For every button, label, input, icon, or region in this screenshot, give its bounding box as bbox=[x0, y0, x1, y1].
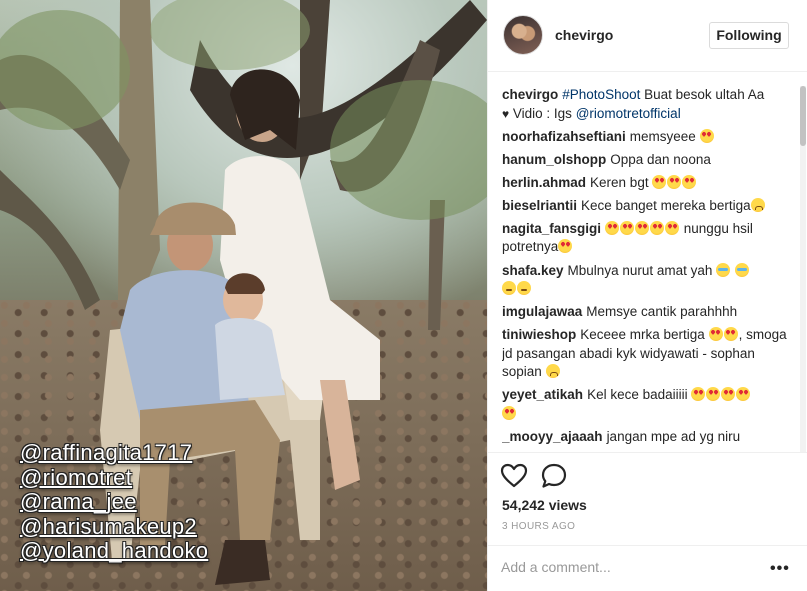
comment-item: shafa.key Mbulnya nurut amat yah bbox=[502, 262, 798, 299]
comment-item: tiniwieshop Keceee mrka bertiga , smoga j… bbox=[502, 326, 798, 382]
heart-eyes-emoji-icon bbox=[652, 174, 667, 189]
speech-bubble-icon[interactable] bbox=[540, 462, 568, 490]
comment-text: Memsye cantik parahhhh bbox=[586, 304, 738, 320]
crying-laughing-emoji-icon bbox=[734, 262, 749, 277]
heart-eyes-emoji-icon bbox=[706, 387, 721, 402]
comment-username[interactable]: herlin.ahmad bbox=[502, 175, 586, 190]
comment-text: Keren bgt bbox=[590, 174, 649, 190]
comment-username[interactable]: yeyet_atikah bbox=[502, 387, 583, 402]
post-actions: 54,242 views 3 HOURS AGO ••• bbox=[488, 452, 807, 591]
post-header: chevirgo Following bbox=[488, 0, 807, 72]
view-count[interactable]: 54,242 views bbox=[502, 497, 587, 513]
media-tag: @rama_jee bbox=[20, 489, 137, 514]
add-comment-input[interactable] bbox=[501, 554, 751, 580]
heart-eyes-emoji-icon bbox=[650, 220, 665, 235]
post-media[interactable]: @raffinagita1717 @riomotret @rama_jee @h… bbox=[0, 0, 487, 591]
comment-scrollbar[interactable] bbox=[800, 86, 806, 452]
add-comment-row: ••• bbox=[488, 545, 807, 591]
comment-text: Kel kece badaiiiii bbox=[587, 387, 688, 403]
heart-outline-icon[interactable] bbox=[500, 462, 528, 490]
following-button[interactable]: Following bbox=[709, 22, 789, 49]
comment-username[interactable]: nagita_fansgigi bbox=[502, 221, 601, 236]
media-tag-list: @raffinagita1717 @riomotret @rama_jee @h… bbox=[20, 440, 209, 564]
header-username[interactable]: chevirgo bbox=[555, 27, 613, 43]
smile-emoji-icon bbox=[545, 364, 560, 379]
comment-username[interactable]: bieselriantii bbox=[502, 198, 577, 213]
heart-eyes-emoji-icon bbox=[699, 128, 714, 143]
heart-eyes-emoji-icon bbox=[682, 174, 697, 189]
comment-item: herlin.ahmad Keren bgt bbox=[502, 174, 798, 193]
comment-username[interactable]: imgulajawaa bbox=[502, 304, 582, 319]
more-options-icon[interactable]: ••• bbox=[770, 560, 790, 578]
comment-item: nagita_fansgigi nunggu hsil potretnya bbox=[502, 220, 798, 257]
post-side-panel: chevirgo Following chevirgo #PhotoShoot B… bbox=[487, 0, 807, 591]
caption-username[interactable]: chevirgo bbox=[502, 87, 558, 102]
worried-emoji-icon bbox=[750, 197, 765, 212]
comment-username[interactable]: shafa.key bbox=[502, 263, 564, 278]
comment-text: Keceee mrka bertiga bbox=[580, 327, 705, 343]
comment-item: _mooyy_ajaaah jangan mpe ad yg niru bbox=[502, 428, 798, 447]
heart-eyes-emoji-icon bbox=[723, 327, 738, 342]
comment-text: jangan mpe ad yg niru bbox=[606, 428, 741, 444]
heart-eyes-emoji-icon bbox=[721, 387, 736, 402]
post-timestamp[interactable]: 3 HOURS AGO bbox=[502, 521, 575, 532]
heart-eyes-emoji-icon bbox=[691, 387, 706, 402]
caption-text: Buat besok ultah Aa bbox=[644, 87, 765, 102]
comment-username[interactable]: noorhafizahseftiani bbox=[502, 129, 626, 144]
comment-item: yeyet_atikah Kel kece badaiiiii bbox=[502, 386, 798, 423]
mention-link[interactable]: @riomotretofficial bbox=[576, 106, 681, 121]
comment-username[interactable]: hanum_olshopp bbox=[502, 152, 606, 167]
comment-list[interactable]: chevirgo #PhotoShoot Buat besok ultah Aa … bbox=[502, 86, 798, 452]
neutral-face-emoji-icon bbox=[502, 281, 516, 296]
avatar[interactable] bbox=[503, 15, 543, 55]
heart-eyes-emoji-icon bbox=[708, 327, 723, 342]
hashtag-link[interactable]: #PhotoShoot bbox=[562, 87, 640, 102]
heart-eyes-emoji-icon bbox=[635, 220, 650, 235]
comment-item: imgulajawaa Memsye cantik parahhhh bbox=[502, 303, 798, 322]
comment-item: hanum_olshopp Oppa dan noona bbox=[502, 151, 798, 170]
crying-laughing-emoji-icon bbox=[716, 262, 731, 277]
neutral-face-emoji-icon bbox=[517, 281, 531, 296]
comment-username[interactable]: tiniwieshop bbox=[502, 327, 576, 342]
comment-text: Mbulnya nurut amat yah bbox=[567, 262, 713, 278]
comment-text: Oppa dan noona bbox=[610, 151, 711, 167]
comment-username[interactable]: _mooyy_ajaaah bbox=[502, 429, 603, 444]
media-tag: @yoland_handoko bbox=[20, 538, 209, 563]
media-tag: @riomotret bbox=[20, 464, 133, 490]
heart-eyes-emoji-icon bbox=[620, 220, 635, 235]
heart-eyes-emoji-icon bbox=[667, 174, 682, 189]
caption-text-2: Vidio : Igs bbox=[512, 105, 572, 121]
comment-text: memsyeee bbox=[629, 128, 696, 144]
heart-eyes-emoji-icon bbox=[558, 239, 573, 254]
media-tag: @raffinagita1717 bbox=[20, 440, 193, 465]
heart-eyes-emoji-icon bbox=[502, 405, 516, 420]
heart-eyes-emoji-icon bbox=[665, 220, 680, 235]
media-tag: @harisumakeup2 bbox=[20, 513, 197, 539]
caption: chevirgo #PhotoShoot Buat besok ultah Aa … bbox=[502, 86, 798, 123]
heart-eyes-emoji-icon bbox=[736, 387, 751, 402]
heart-eyes-emoji-icon bbox=[605, 220, 620, 235]
comment-item: noorhafizahseftiani memsyeee bbox=[502, 128, 798, 147]
comment-item: bieselriantii Kece banget mereka bertiga bbox=[502, 197, 798, 216]
comment-text: Kece banget mereka bertiga bbox=[581, 197, 751, 213]
black-heart-icon: ♥ bbox=[502, 106, 510, 121]
scrollbar-thumb[interactable] bbox=[800, 86, 806, 146]
